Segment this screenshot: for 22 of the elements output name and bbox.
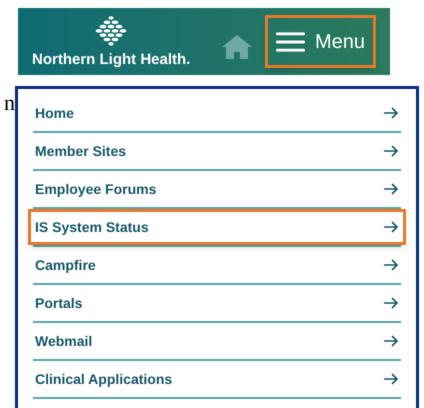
menu-item[interactable]: Home bbox=[33, 95, 401, 131]
logo-text: Northern Light Health. bbox=[32, 50, 190, 70]
menu-button[interactable]: Menu bbox=[265, 15, 376, 68]
home-icon[interactable] bbox=[221, 34, 253, 60]
menu-item[interactable]: Campfire bbox=[33, 247, 401, 283]
arrow-right-icon bbox=[383, 221, 399, 233]
menu-item[interactable]: Employee Forums bbox=[33, 171, 401, 207]
menu-item[interactable]: Clinical Applications bbox=[33, 361, 401, 397]
menu-icon bbox=[276, 30, 305, 52]
arrow-right-icon bbox=[383, 145, 399, 157]
menu-item[interactable]: Webmail bbox=[33, 323, 401, 359]
arrow-right-icon bbox=[383, 259, 399, 271]
arrow-right-icon bbox=[383, 183, 399, 195]
menu-item[interactable]: IS System Status bbox=[28, 209, 406, 245]
arrow-right-icon bbox=[383, 297, 399, 309]
menu-item[interactable]: Portals bbox=[33, 285, 401, 321]
arrow-right-icon bbox=[383, 335, 399, 347]
cut-off-text: n bbox=[4, 92, 15, 114]
pinecone-logo-icon bbox=[93, 15, 130, 48]
arrow-right-icon bbox=[383, 107, 399, 119]
menu-item[interactable]: Member Sites bbox=[33, 133, 401, 169]
arrow-right-icon bbox=[383, 373, 399, 385]
